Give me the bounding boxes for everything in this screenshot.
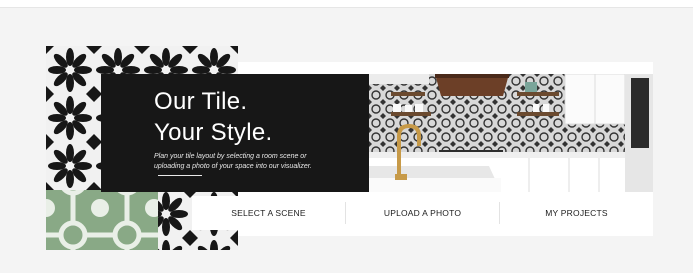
headline-line-2: Your Style. bbox=[154, 119, 273, 146]
description-rule bbox=[158, 174, 202, 176]
my-projects-button[interactable]: MY PROJECTS bbox=[500, 196, 653, 230]
hero-description-text: Plan your tile layout by selecting a roo… bbox=[154, 153, 312, 170]
kitchen-scene-image bbox=[369, 74, 653, 192]
hero-headline: Our Tile. Your Style. bbox=[154, 86, 272, 148]
upload-a-photo-button[interactable]: UPLOAD A PHOTO bbox=[346, 196, 499, 230]
headline-line-1: Our Tile. bbox=[154, 88, 248, 115]
action-bar: SELECT A SCENE UPLOAD A PHOTO MY PROJECT… bbox=[192, 196, 653, 230]
hero-description: Plan your tile layout by selecting a roo… bbox=[154, 152, 334, 181]
top-bar bbox=[0, 0, 693, 8]
select-a-scene-button[interactable]: SELECT A SCENE bbox=[192, 196, 345, 230]
